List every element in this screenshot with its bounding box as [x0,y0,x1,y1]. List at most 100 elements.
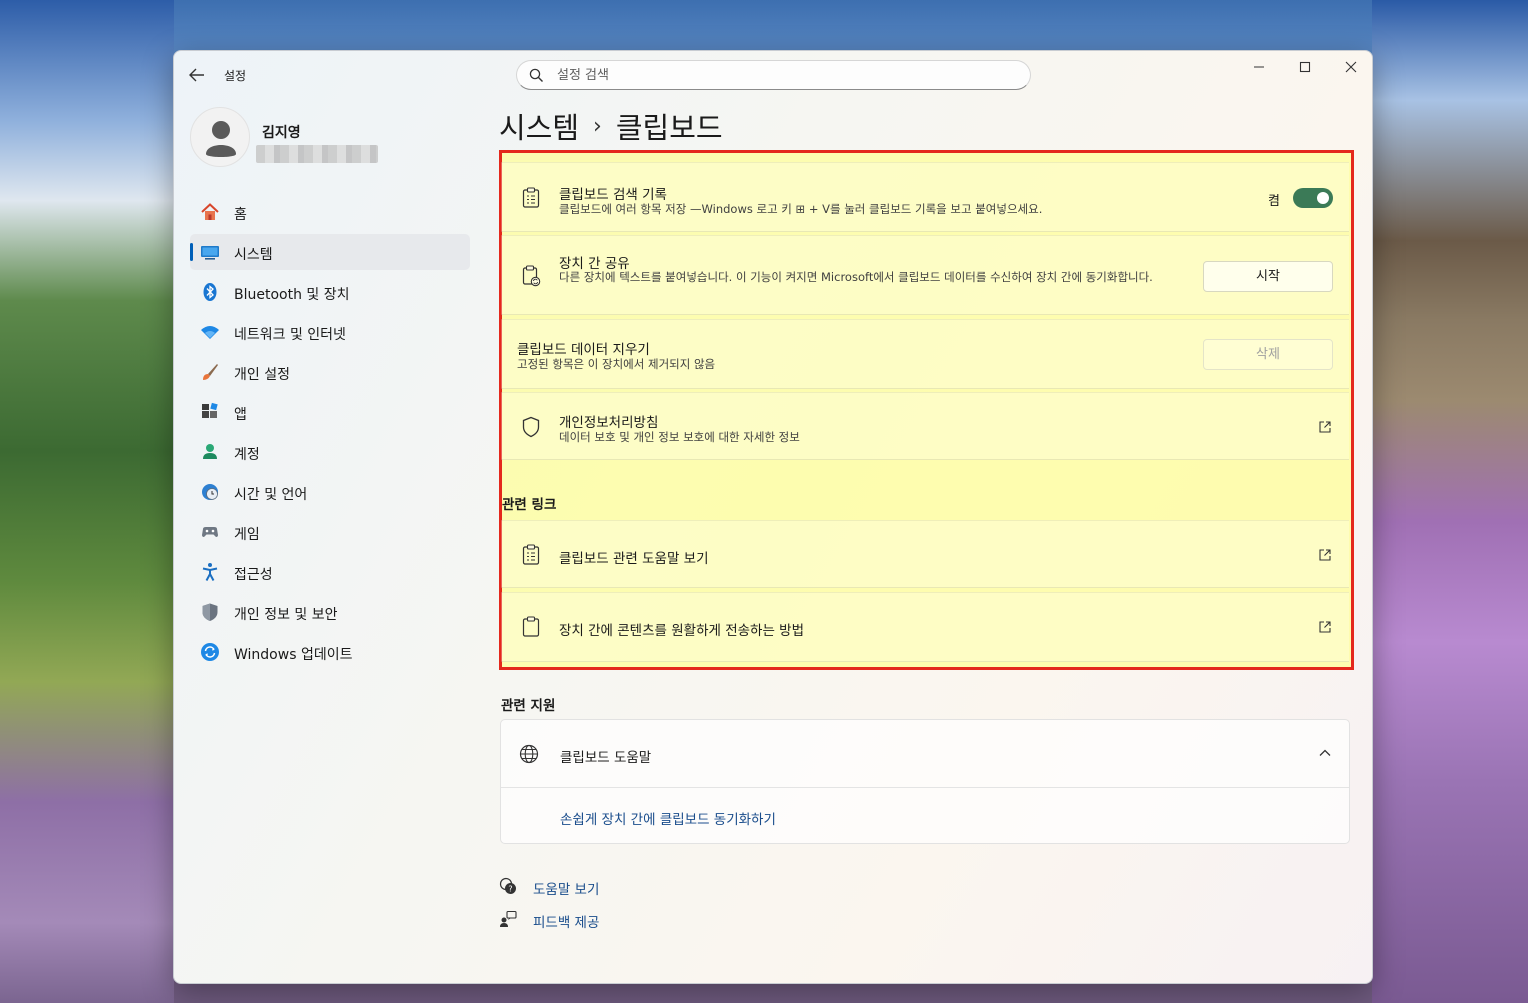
close-icon [1345,61,1357,73]
search-input[interactable] [557,66,1017,84]
globe-clock-icon [202,484,218,500]
shield-outline-icon [522,416,540,438]
related-link-transfer[interactable]: 장치 간에 콘텐츠를 원활하게 전송하는 방법 [501,592,1349,662]
sidebar-item-system[interactable]: 시스템 [190,234,470,270]
help-chat-icon: ? [499,877,516,894]
page-title: 클립보드 [615,111,723,145]
profile-email-redacted [256,145,378,163]
shield-icon [202,603,218,621]
sidebar-item-accounts[interactable]: 계정 [190,434,470,470]
sidebar-item-label: 네트워크 및 인터넷 [234,327,346,343]
back-arrow-icon [189,68,204,82]
sidebar-item-network[interactable]: 네트워크 및 인터넷 [190,314,470,350]
clipboard-help-title: 클립보드 도움말 [560,750,652,766]
related-link-help[interactable]: 클립보드 관련 도움말 보기 [501,520,1349,588]
sidebar-item-gaming[interactable]: 게임 [190,514,470,550]
gamepad-icon [202,527,218,537]
sidebar-item-label: 시스템 [234,247,273,263]
related-links-heading: 관련 링크 [502,497,557,513]
search-icon [529,68,543,82]
update-icon [201,643,219,661]
history-title: 클립보드 검색 기록 [559,187,667,203]
sidebar-item-label: Windows 업데이트 [234,647,353,663]
desktop-wallpaper-left [0,0,174,1003]
clear-title: 클립보드 데이터 지우기 [517,342,650,358]
clipboard-sync-icon [522,265,541,287]
external-link-icon[interactable] [1318,420,1332,434]
share-description: 다른 장치에 텍스트를 붙여넣습니다. 이 기능이 켜지면 Microsoft에… [559,270,1153,284]
clipboard-help-expander[interactable]: 클립보드 도움말 [501,720,1349,788]
privacy-title: 개인정보처리방침 [559,415,659,431]
maximize-icon [1299,61,1311,73]
sidebar-item-label: 앱 [234,407,247,423]
avatar [190,107,250,167]
svg-text:?: ? [508,885,512,894]
sidebar-item-apps[interactable]: 앱 [190,394,470,430]
sidebar-item-label: 계정 [234,447,260,463]
title-bar: 설정 [174,51,1372,99]
get-help-link[interactable]: 도움말 보기 [533,878,599,898]
related-link-label: 장치 간에 콘텐츠를 원활하게 전송하는 방법 [559,623,805,639]
sidebar-item-label: 시간 및 언어 [234,487,308,503]
clipboard-icon [522,616,540,637]
external-link-icon[interactable] [1318,620,1332,634]
sidebar-nav: 홈 시스템 Bluetooth 및 장치 네트워크 및 인터넷 개인 설정 앱 … [190,194,470,674]
user-avatar-icon [206,121,236,157]
history-toggle-state: 켬 [1268,194,1280,209]
sidebar-item-bluetooth[interactable]: Bluetooth 및 장치 [190,274,470,310]
sidebar-item-accessibility[interactable]: 접근성 [190,554,470,590]
search-box[interactable] [516,60,1031,90]
sidebar-item-label: 게임 [234,527,260,543]
share-start-button[interactable]: 시작 [1203,261,1333,292]
accessibility-icon [202,563,218,581]
sidebar-item-label: 홈 [234,207,247,223]
breadcrumb-parent[interactable]: 시스템 [499,105,579,147]
clipboard-list-icon [522,544,540,565]
breadcrumb: 시스템 › 클립보드 [499,105,723,145]
desktop-wallpaper-right [1372,0,1528,1003]
breadcrumb-separator: › [593,113,602,139]
account-icon [203,444,217,459]
clipboard-sync-link[interactable]: 손쉽게 장치 간에 클립보드 동기화하기 [560,808,776,828]
clipboard-history-card: 클립보드 검색 기록 클립보드에 여러 항목 저장 —Windows 로고 키 … [501,162,1349,232]
profile-name: 김지영 [262,125,301,141]
brush-icon [203,364,218,380]
home-icon [201,203,219,220]
related-support-card: 클립보드 도움말 손쉽게 장치 간에 클립보드 동기화하기 [500,719,1350,844]
wifi-icon [201,326,219,339]
related-support-heading: 관련 지원 [501,698,556,714]
settings-window: 설정 김지영 홈 [173,50,1373,984]
back-button[interactable] [186,65,208,85]
sidebar-item-time-language[interactable]: 시간 및 언어 [190,474,470,510]
sidebar-item-label: Bluetooth 및 장치 [234,287,350,303]
globe-icon [519,744,539,764]
history-description: 클립보드에 여러 항목 저장 —Windows 로고 키 ⊞ + V를 눌러 클… [559,202,1043,216]
maximize-button[interactable] [1282,51,1328,83]
system-icon [201,246,219,260]
clear-description: 고정된 항목은 이 장치에서 제거되지 않음 [517,357,716,371]
sidebar-item-privacy-security[interactable]: 개인 정보 및 보안 [190,594,470,630]
user-profile[interactable]: 김지영 [190,107,480,171]
close-button[interactable] [1328,51,1372,83]
sidebar-item-windows-update[interactable]: Windows 업데이트 [190,634,470,670]
sidebar-item-label: 접근성 [234,567,273,583]
history-toggle[interactable] [1293,188,1333,208]
minimize-button[interactable] [1236,51,1282,83]
clear-delete-button[interactable]: 삭제 [1203,339,1333,370]
sidebar-item-personalization[interactable]: 개인 설정 [190,354,470,390]
sidebar-item-label: 개인 정보 및 보안 [234,607,338,623]
clear-clipboard-card: 클립보드 데이터 지우기 고정된 항목은 이 장치에서 제거되지 않음 삭제 [501,319,1349,389]
sidebar-item-home[interactable]: 홈 [190,194,470,230]
privacy-policy-card[interactable]: 개인정보처리방침 데이터 보호 및 개인 정보 보호에 대한 자세한 정보 [501,392,1349,460]
sidebar-item-label: 개인 설정 [234,367,290,383]
bluetooth-icon [203,283,217,301]
feedback-icon [500,910,517,927]
cross-device-share-card: 장치 간 공유 다른 장치에 텍스트를 붙여넣습니다. 이 기능이 켜지면 Mi… [501,235,1349,315]
active-indicator [190,243,193,261]
external-link-icon[interactable] [1318,548,1332,562]
related-link-label: 클립보드 관련 도움말 보기 [559,551,709,567]
app-title: 설정 [224,69,247,83]
chevron-up-icon [1319,749,1331,756]
clipboard-list-icon [522,187,540,208]
give-feedback-link[interactable]: 피드백 제공 [533,911,599,931]
